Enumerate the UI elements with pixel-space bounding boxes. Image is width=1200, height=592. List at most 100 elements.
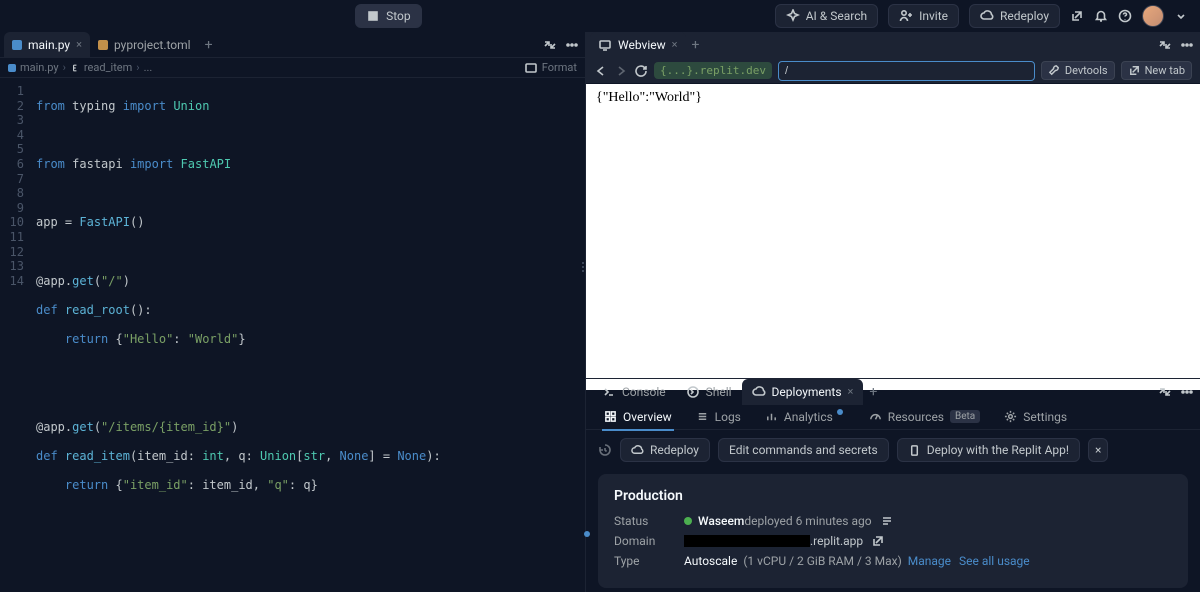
- list-icon: [696, 410, 709, 423]
- editor-tabs: main.py × pyproject.toml +: [0, 32, 585, 58]
- format-icon: [524, 61, 538, 75]
- open-external-icon[interactable]: [1070, 9, 1084, 23]
- webview-toolbar: {...}.replit.dev Devtools New tab: [586, 58, 1200, 84]
- expand-icon[interactable]: [1158, 38, 1172, 52]
- tab-deployments[interactable]: Deployments ×: [742, 379, 864, 405]
- code-editor[interactable]: 1234567891011121314 from typing import U…: [0, 78, 585, 592]
- line-gutter: 1234567891011121314: [0, 78, 36, 592]
- terminal-icon: [602, 385, 616, 399]
- tab-webview-label: Webview: [618, 38, 666, 52]
- tab-webview[interactable]: Webview ×: [590, 32, 686, 58]
- domain-suffix: .replit.app: [810, 534, 863, 548]
- webview-body: {"Hello":"World"}: [586, 84, 1200, 378]
- stop-label: Stop: [386, 9, 411, 23]
- more-icon[interactable]: [565, 38, 579, 52]
- bell-icon[interactable]: [1094, 9, 1108, 23]
- monitor-icon: [598, 38, 612, 52]
- usage-link[interactable]: See all usage: [959, 554, 1030, 568]
- deploy-app-button[interactable]: Deploy with the Replit App!: [897, 438, 1080, 462]
- close-icon[interactable]: ×: [76, 38, 82, 51]
- gauge-icon: [869, 410, 882, 423]
- right-tabs: Webview × +: [586, 32, 1200, 58]
- resize-handle[interactable]: [580, 260, 586, 286]
- more-icon[interactable]: [1180, 385, 1194, 399]
- new-tab-button[interactable]: New tab: [1121, 61, 1192, 80]
- nav-settings[interactable]: Settings: [994, 404, 1077, 430]
- invite-button[interactable]: Invite: [888, 4, 959, 28]
- grid-icon: [604, 410, 617, 423]
- redeploy-button[interactable]: Redeploy: [969, 4, 1060, 28]
- deploy-nav: Overview Logs Analytics Resources Beta S…: [586, 404, 1200, 430]
- type-label: Type: [614, 554, 684, 568]
- python-icon: [8, 64, 16, 72]
- wrench-icon: [1048, 64, 1061, 77]
- manage-link[interactable]: Manage: [908, 554, 951, 568]
- domain-label: Domain: [614, 534, 684, 548]
- status-label: Status: [614, 514, 684, 528]
- breadcrumb-file[interactable]: main.py: [20, 61, 59, 74]
- toml-icon: [98, 40, 108, 50]
- add-tab-button[interactable]: +: [686, 37, 706, 53]
- python-icon: [12, 40, 22, 50]
- redeploy-card-button[interactable]: Redeploy: [620, 438, 710, 462]
- top-bar: Stop AI & Search Invite Redeploy: [0, 0, 1200, 32]
- url-host[interactable]: {...}.replit.dev: [654, 62, 772, 79]
- chevron-down-icon[interactable]: [1174, 9, 1188, 23]
- ai-search-button[interactable]: AI & Search: [775, 4, 878, 28]
- cloud-icon: [752, 385, 766, 399]
- type-value: Autoscale: [684, 554, 737, 568]
- back-icon[interactable]: [594, 64, 608, 78]
- tab-main-py[interactable]: main.py ×: [4, 32, 90, 58]
- nav-logs[interactable]: Logs: [686, 404, 751, 430]
- status-dot-icon: [684, 517, 692, 525]
- dot-badge: [837, 409, 843, 415]
- redeploy-label: Redeploy: [1000, 9, 1049, 23]
- nav-resources[interactable]: Resources Beta: [859, 404, 990, 430]
- expand-icon[interactable]: [1158, 385, 1172, 399]
- more-icon[interactable]: [1180, 38, 1194, 52]
- format-button[interactable]: Format: [542, 61, 577, 74]
- tab-shell[interactable]: Shell: [676, 379, 742, 405]
- cloud-icon: [980, 9, 994, 23]
- add-tab-button[interactable]: +: [199, 37, 219, 53]
- external-icon: [1128, 64, 1141, 77]
- external-icon[interactable]: [871, 534, 885, 548]
- nav-analytics[interactable]: Analytics: [755, 404, 855, 430]
- edit-commands-button[interactable]: Edit commands and secrets: [718, 438, 889, 462]
- tab-pyproject[interactable]: pyproject.toml: [90, 32, 199, 58]
- tab-console[interactable]: Console: [592, 379, 676, 405]
- status-text: deployed 6 minutes ago: [744, 514, 871, 528]
- breadcrumb-symbol[interactable]: read_item: [84, 61, 132, 74]
- status-user: Waseem: [698, 514, 744, 528]
- url-input[interactable]: [778, 61, 1035, 81]
- dismiss-button[interactable]: ×: [1088, 438, 1108, 462]
- close-icon[interactable]: ×: [848, 385, 854, 398]
- devtools-button[interactable]: Devtools: [1041, 61, 1115, 80]
- badge-beta: Beta: [950, 410, 980, 423]
- phone-icon: [908, 444, 921, 457]
- reload-icon[interactable]: [634, 64, 648, 78]
- card-title: Production: [614, 488, 1172, 504]
- redacted-domain: [684, 535, 810, 547]
- expand-icon[interactable]: [543, 38, 557, 52]
- help-icon[interactable]: [1118, 9, 1132, 23]
- cloud-icon: [631, 444, 644, 457]
- code-body[interactable]: from typing import Union from fastapi im…: [36, 78, 585, 592]
- avatar[interactable]: [1142, 5, 1164, 27]
- stop-button[interactable]: Stop: [355, 4, 422, 28]
- nav-overview[interactable]: Overview: [594, 404, 682, 430]
- gear-icon: [1004, 410, 1017, 423]
- history-icon[interactable]: [598, 443, 612, 457]
- forward-icon[interactable]: [614, 64, 628, 78]
- log-icon[interactable]: [880, 514, 894, 528]
- chart-icon: [765, 410, 778, 423]
- tab-main-py-label: main.py: [28, 38, 70, 52]
- add-tab-button[interactable]: +: [863, 384, 883, 400]
- breadcrumb-more[interactable]: ...: [144, 61, 153, 74]
- close-icon[interactable]: ×: [672, 38, 678, 51]
- webview-content[interactable]: {"Hello":"World"}: [586, 84, 1200, 390]
- stop-icon: [366, 9, 380, 23]
- production-card: Production Status Waseem deployed 6 minu…: [598, 474, 1188, 588]
- user-plus-icon: [899, 9, 913, 23]
- type-detail: (1 vCPU / 2 GiB RAM / 3 Max): [743, 554, 901, 568]
